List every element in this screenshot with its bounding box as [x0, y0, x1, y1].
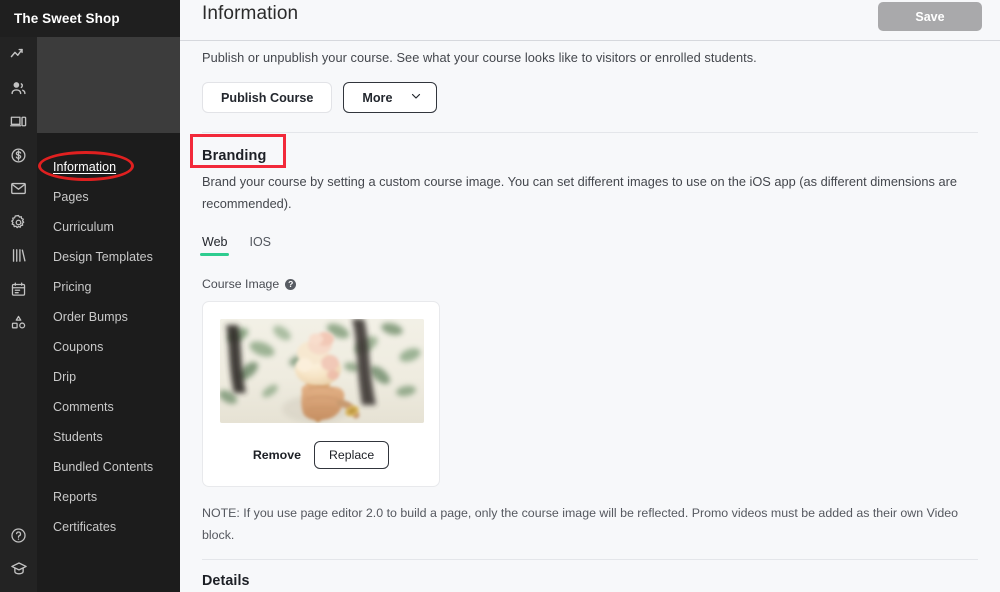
sidebar-item-pricing[interactable]: Pricing	[37, 272, 180, 302]
sidebar-item-label: Order Bumps	[53, 310, 128, 324]
icon-rail-bottom-group	[0, 519, 37, 586]
sidebar-item-label: Certificates	[53, 520, 117, 534]
help-icon[interactable]	[0, 519, 37, 553]
sidebar-item-label: Reports	[53, 490, 98, 504]
main-header: Information Save	[180, 0, 1000, 41]
sidebar-item-label: Students	[53, 430, 103, 444]
replace-image-button[interactable]: Replace	[314, 441, 390, 469]
main-content: Information Save Publish or unpublish yo…	[180, 0, 1000, 592]
audience-icon[interactable]	[0, 72, 37, 106]
branding-description: Brand your course by setting a custom co…	[202, 174, 957, 211]
sales-icon[interactable]	[0, 139, 37, 173]
library-icon[interactable]	[0, 239, 37, 273]
publish-button-row: Publish Course More	[202, 82, 978, 113]
more-button[interactable]: More	[343, 82, 438, 113]
chevron-down-icon	[410, 90, 422, 105]
help-tooltip-icon[interactable]: ?	[285, 278, 297, 290]
sidebar-item-label: Pages	[53, 190, 89, 204]
sidebar-item-certificates[interactable]: Certificates	[37, 512, 180, 542]
sidebar-item-curriculum[interactable]: Curriculum	[37, 212, 180, 242]
details-section-divider	[202, 559, 978, 561]
site-icon[interactable]	[0, 105, 37, 139]
course-image-actions: Remove Replace	[220, 441, 422, 469]
tab-ios[interactable]: IOS	[249, 235, 271, 256]
sidebar-item-label: Drip	[53, 370, 77, 384]
sidebar-item-bundled-contents[interactable]: Bundled Contents	[37, 452, 180, 482]
remove-image-button[interactable]: Remove	[253, 448, 301, 462]
icon-rail	[0, 0, 37, 592]
sidebar-item-label: Comments	[53, 400, 114, 414]
icon-rail-top-group	[0, 38, 37, 340]
tab-web[interactable]: Web	[199, 235, 231, 256]
publish-description: Publish or unpublish your course. See wh…	[202, 50, 757, 65]
email-icon[interactable]	[0, 172, 37, 206]
save-button[interactable]: Save	[878, 2, 982, 31]
sidebar-item-pages[interactable]: Pages	[37, 182, 180, 212]
apps-icon[interactable]	[0, 306, 37, 340]
sidebar-item-label: Pricing	[53, 280, 92, 294]
branding-section-divider	[202, 132, 978, 133]
sidebar-item-label: Design Templates	[53, 250, 153, 264]
sidebar-top-block	[37, 37, 180, 133]
brand-title: The Sweet Shop	[14, 11, 120, 26]
graduation-icon[interactable]	[0, 553, 37, 587]
sidebar-item-label: Curriculum	[53, 220, 114, 234]
sidebar-item-label: Information	[53, 160, 117, 174]
publish-course-button[interactable]: Publish Course	[202, 82, 333, 113]
more-button-label: More	[362, 90, 393, 105]
branding-heading: Branding	[202, 148, 267, 164]
sidebar-item-design-templates[interactable]: Design Templates	[37, 242, 180, 272]
course-image-label-row: Course Image ?	[202, 277, 978, 291]
course-image-card: Remove Replace	[202, 301, 440, 487]
sidebar-item-label: Coupons	[53, 340, 104, 354]
course-image-thumbnail[interactable]	[220, 319, 424, 423]
sidebar-item-comments[interactable]: Comments	[37, 392, 180, 422]
sidebar-item-label: Bundled Contents	[53, 460, 154, 474]
course-information-screen: Information Pages Curriculum Design Temp…	[0, 0, 1000, 592]
sidebar-item-information[interactable]: Information	[37, 152, 180, 182]
sidebar-item-drip[interactable]: Drip	[37, 362, 180, 392]
brand-bar[interactable]: The Sweet Shop	[0, 0, 180, 37]
branding-note: NOTE: If you use page editor 2.0 to buil…	[202, 506, 959, 542]
sidebar-item-coupons[interactable]: Coupons	[37, 332, 180, 362]
branding-tabs: Web IOS	[199, 235, 978, 256]
analytics-icon[interactable]	[0, 38, 37, 72]
course-sidebar: Information Pages Curriculum Design Temp…	[37, 0, 180, 592]
main-body: Publish or unpublish your course. See wh…	[180, 50, 1000, 589]
page-title: Information	[202, 3, 299, 24]
details-heading: Details	[202, 573, 250, 590]
sidebar-item-order-bumps[interactable]: Order Bumps	[37, 302, 180, 332]
sidebar-nav: Information Pages Curriculum Design Temp…	[37, 152, 180, 542]
sidebar-item-reports[interactable]: Reports	[37, 482, 180, 512]
sidebar-item-students[interactable]: Students	[37, 422, 180, 452]
calendar-icon[interactable]	[0, 273, 37, 307]
settings-icon[interactable]	[0, 206, 37, 240]
course-image-label: Course Image	[202, 277, 280, 291]
